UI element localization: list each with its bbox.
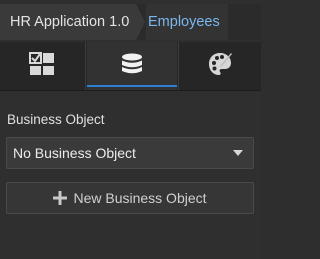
palette-icon <box>208 52 234 81</box>
tab-theme[interactable] <box>180 42 261 90</box>
tab-components[interactable] <box>0 42 84 90</box>
components-icon <box>29 51 55 81</box>
plus-icon <box>53 191 68 205</box>
breadcrumb: HR Application 1.0 Employees <box>0 4 261 40</box>
active-tab-indicator <box>87 85 177 87</box>
business-object-selected-value: No Business Object <box>13 145 136 161</box>
breadcrumb-app[interactable]: HR Application 1.0 <box>0 4 136 40</box>
properties-panel: HR Application 1.0 Employees Business Ob… <box>0 0 261 259</box>
panel-tabs <box>0 42 261 91</box>
tab-divider <box>85 42 86 90</box>
new-business-object-label: New Business Object <box>73 190 207 206</box>
new-business-object-button[interactable]: New Business Object <box>6 182 254 214</box>
chevron-down-icon <box>233 150 243 156</box>
tab-divider <box>178 42 179 90</box>
business-object-select[interactable]: No Business Object <box>6 137 254 169</box>
database-icon <box>121 53 143 80</box>
breadcrumb-current[interactable]: Employees <box>146 4 228 40</box>
breadcrumb-separator <box>136 4 145 40</box>
business-object-label: Business Object <box>7 112 105 127</box>
tab-data[interactable] <box>87 42 177 90</box>
